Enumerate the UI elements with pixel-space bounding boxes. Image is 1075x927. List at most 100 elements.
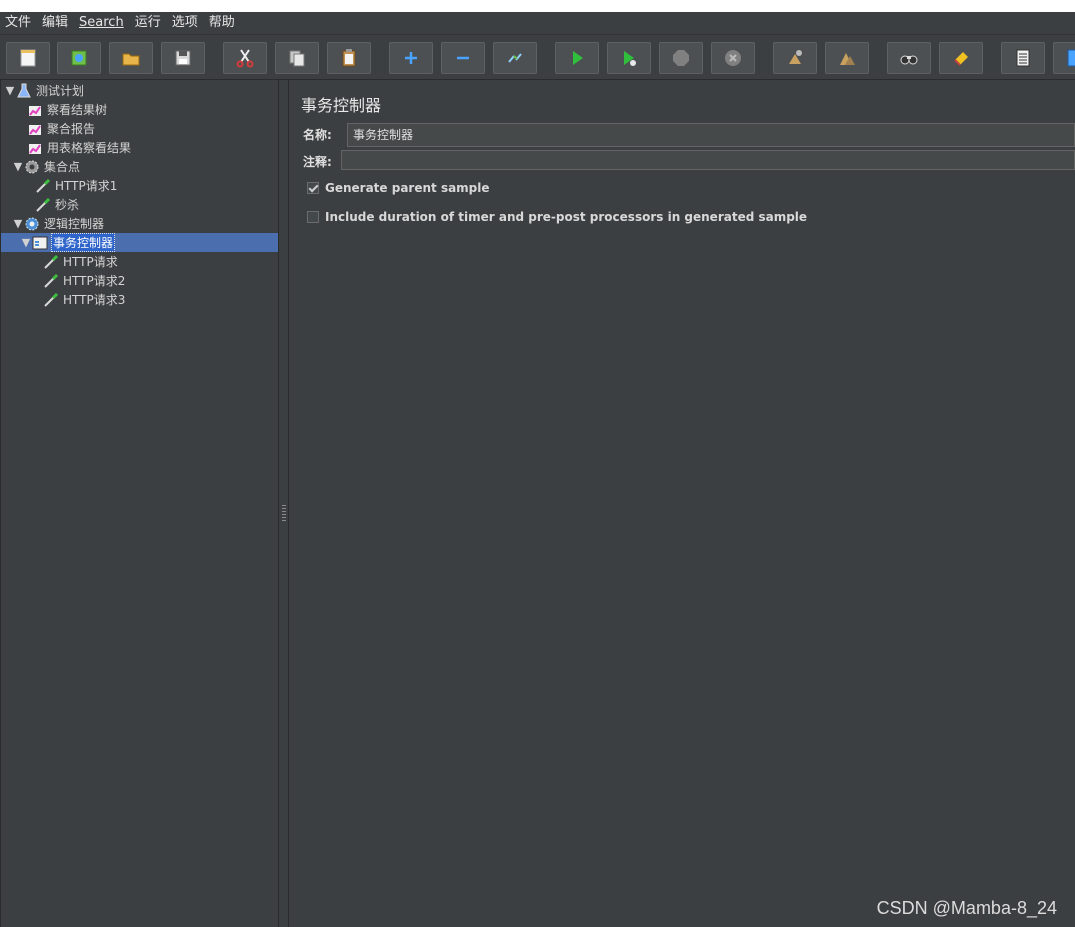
tree-node-http-request-2[interactable]: HTTP请求2 xyxy=(43,271,126,290)
tree-node-http-request-1[interactable]: HTTP请求1 xyxy=(35,176,118,195)
menu-run[interactable]: 运行 xyxy=(130,12,167,34)
tree-node-label: HTTP请求1 xyxy=(55,179,118,193)
tree-node-label: 测试计划 xyxy=(36,84,85,98)
expand-arrow-icon[interactable]: ▼ xyxy=(20,236,32,249)
shutdown-button[interactable] xyxy=(711,42,755,74)
copy-button[interactable] xyxy=(275,42,319,74)
templates-icon xyxy=(71,50,87,66)
tree-node-label: 集合点 xyxy=(44,160,81,174)
expand-icon xyxy=(405,52,417,64)
menu-options[interactable]: 选项 xyxy=(167,12,204,34)
copy-icon xyxy=(289,50,305,67)
watermark: CSDN @Mamba-8_24 xyxy=(876,898,1057,918)
cut-icon xyxy=(236,49,254,68)
start-no-pauses-icon xyxy=(624,51,636,66)
clear-all-button[interactable] xyxy=(825,42,869,74)
panel-splitter[interactable] xyxy=(279,80,289,927)
generate-parent-sample-checkbox[interactable] xyxy=(307,182,319,194)
sampler-icon xyxy=(35,178,51,194)
splitter-grip-icon[interactable] xyxy=(282,505,286,523)
start-no-pauses-button[interactable] xyxy=(607,42,651,74)
include-timer-duration-label: Include duration of timer and pre-post p… xyxy=(325,210,808,224)
name-label: 名称: xyxy=(303,128,332,142)
tree-node-view-results-tree[interactable]: 察看结果树 xyxy=(27,100,108,119)
search-binoculars-icon xyxy=(900,55,918,65)
help-button[interactable] xyxy=(1053,42,1075,74)
toolbar xyxy=(0,35,1075,80)
tree-node-label: HTTP请求3 xyxy=(63,293,126,307)
include-timer-duration-checkbox[interactable] xyxy=(307,211,319,223)
sampler-icon xyxy=(43,254,59,270)
name-input[interactable]: 事务控制器 xyxy=(347,123,1075,147)
search-button[interactable] xyxy=(887,42,931,74)
expand-arrow-icon[interactable]: ▼ xyxy=(4,84,16,97)
open-folder-icon xyxy=(122,53,140,66)
menu-file[interactable]: 文件 xyxy=(0,12,37,34)
stop-button[interactable] xyxy=(659,42,703,74)
shutdown-icon xyxy=(725,50,741,66)
sampler-icon xyxy=(43,292,59,308)
expand-arrow-icon[interactable]: ▼ xyxy=(12,217,24,230)
editor-title: 事务控制器 xyxy=(301,96,382,115)
help-icon xyxy=(1067,49,1075,67)
clear-button[interactable] xyxy=(773,42,817,74)
sampler-icon xyxy=(43,273,59,289)
tree-node-label: 事务控制器 xyxy=(51,233,116,252)
tree-node-http-request-3[interactable]: HTTP请求3 xyxy=(43,290,126,309)
tree-node-transaction-controller[interactable]: ▼ 事务控制器 xyxy=(1,233,278,252)
generate-parent-sample-option[interactable]: Generate parent sample xyxy=(307,181,490,195)
tree-node-label: 察看结果树 xyxy=(47,103,108,117)
function-helper-icon xyxy=(1016,49,1030,67)
paste-button[interactable] xyxy=(327,42,371,74)
menu-bar: 文件 编辑 Search 运行 选项 帮助 xyxy=(0,12,1075,35)
save-button[interactable] xyxy=(161,42,205,74)
thread-group-icon xyxy=(24,159,40,175)
generate-parent-sample-label: Generate parent sample xyxy=(325,181,490,195)
listener-icon xyxy=(27,102,43,118)
new-button[interactable] xyxy=(6,42,50,74)
open-button[interactable] xyxy=(109,42,153,74)
name-row: 名称: 事务控制器 xyxy=(301,121,1075,147)
start-button[interactable] xyxy=(555,42,599,74)
collapse-icon xyxy=(457,56,469,60)
templates-button[interactable] xyxy=(57,42,101,74)
tree-node-http-request[interactable]: HTTP请求 xyxy=(43,252,119,271)
transaction-controller-icon xyxy=(32,235,48,251)
paste-icon xyxy=(342,49,356,67)
include-timer-duration-option[interactable]: Include duration of timer and pre-post p… xyxy=(307,210,807,224)
cut-button[interactable] xyxy=(223,42,267,74)
comment-row: 注释: xyxy=(301,148,1075,172)
tree-node-table-results[interactable]: 用表格察看结果 xyxy=(27,138,132,157)
tree-node-thread-group-sync[interactable]: ▼ 集合点 xyxy=(12,157,81,176)
reset-search-icon xyxy=(954,52,968,66)
expand-arrow-icon[interactable]: ▼ xyxy=(12,160,24,173)
collapse-button[interactable] xyxy=(441,42,485,74)
start-icon xyxy=(573,51,583,65)
tree-node-thread-group-logic[interactable]: ▼ 逻辑控制器 xyxy=(12,214,105,233)
toggle-icon xyxy=(508,53,522,63)
toggle-button[interactable] xyxy=(493,42,537,74)
menu-edit[interactable]: 编辑 xyxy=(37,12,74,34)
window-title-strip xyxy=(0,0,1075,12)
function-helper-button[interactable] xyxy=(1001,42,1045,74)
sampler-icon xyxy=(35,197,51,213)
comment-input[interactable] xyxy=(341,150,1075,170)
new-file-icon xyxy=(20,49,36,67)
test-plan-icon xyxy=(16,83,32,99)
tree-node-label: 聚合报告 xyxy=(47,122,96,136)
tree-node-aggregate-report[interactable]: 聚合报告 xyxy=(27,119,96,138)
tree-node-label: HTTP请求2 xyxy=(63,274,126,288)
tree-node-test-plan[interactable]: ▼ 测试计划 xyxy=(4,81,85,100)
clear-icon xyxy=(789,50,802,64)
reset-search-button[interactable] xyxy=(939,42,983,74)
tree-node-label: HTTP请求 xyxy=(63,255,118,269)
tree-node-seckill[interactable]: 秒杀 xyxy=(35,195,80,214)
editor-panel: 事务控制器 名称: 事务控制器 注释: Generate parent samp… xyxy=(290,80,1075,927)
expand-button[interactable] xyxy=(389,42,433,74)
test-plan-tree: ▼ 测试计划 察看结果树 聚合报告 用表格察看结果 ▼ 集合点 HTTP请求1 xyxy=(0,80,279,927)
listener-icon xyxy=(27,140,43,156)
tree-node-label: 逻辑控制器 xyxy=(44,217,105,231)
tree-node-label: 用表格察看结果 xyxy=(47,141,132,155)
menu-search[interactable]: Search xyxy=(74,12,130,34)
menu-help[interactable]: 帮助 xyxy=(204,12,241,34)
